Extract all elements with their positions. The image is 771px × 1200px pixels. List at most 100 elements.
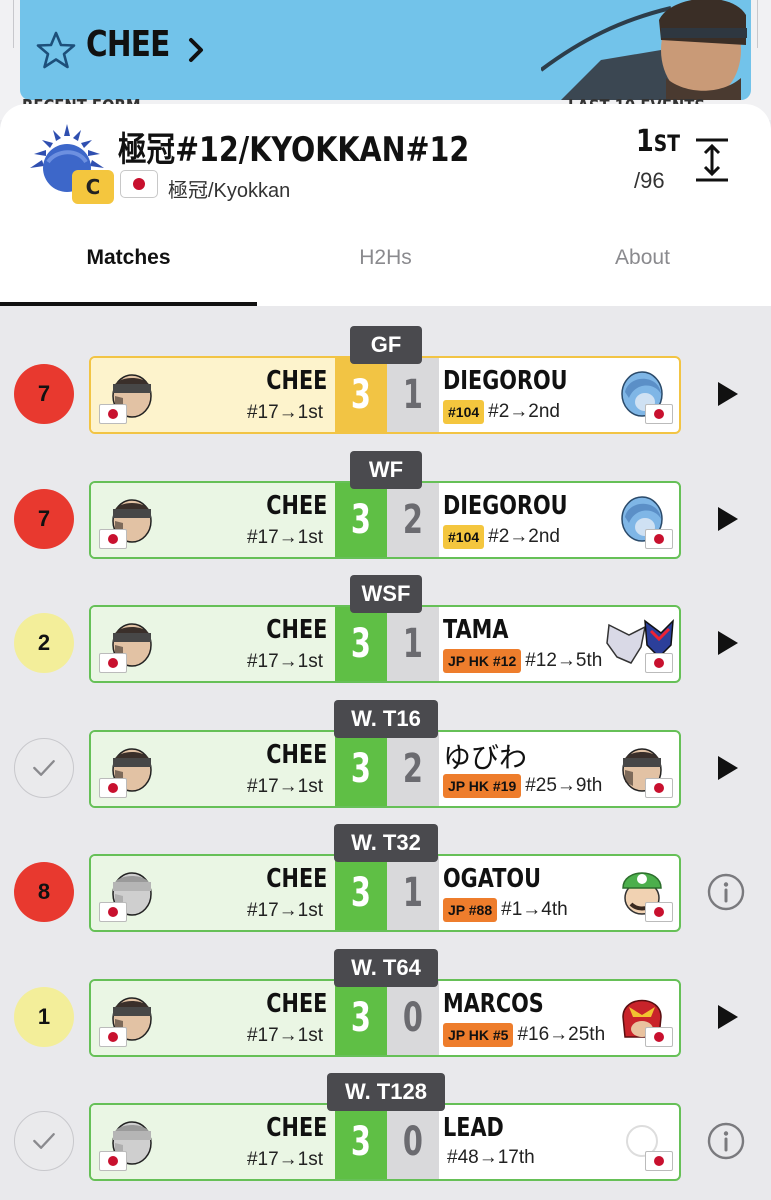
player-two-name: MARCOS <box>443 988 544 1019</box>
seed-text: #48→17th <box>447 1147 535 1168</box>
match-card[interactable]: CHEE #17→1st 3 2 DIEGOROU #104 #2→2nd <box>89 480 681 559</box>
placing: 1ST <box>636 124 680 159</box>
divider <box>757 0 771 48</box>
check-icon <box>14 1111 74 1171</box>
round-label: W. T128 <box>327 1073 445 1111</box>
upset-factor-badge: 8 <box>14 862 74 922</box>
tier-badge: C <box>72 170 114 204</box>
match-row[interactable]: W. T128 CHEE #17→1st 3 0 LEAD #48→17th <box>0 1073 771 1197</box>
player-one-score: 3 <box>335 482 387 557</box>
japan-flag-icon <box>645 528 673 549</box>
player-name[interactable]: CHEE <box>86 24 170 65</box>
match-card[interactable]: CHEE #17→1st 3 2 ゆびわ JP HK #19 #25→9th <box>89 729 681 808</box>
match-row[interactable]: W. T16 CHEE #17→1st 3 2 ゆびわ JP HK #19 #25→9th <box>0 699 771 824</box>
player-one-name: CHEE <box>265 1113 327 1143</box>
player-two-name: ゆびわ <box>443 740 528 774</box>
player-one-score: 3 <box>335 856 387 930</box>
check-icon <box>14 737 74 798</box>
japan-flag-icon <box>99 902 127 922</box>
japan-flag-icon <box>99 1151 127 1171</box>
upset-factor-badge: 2 <box>14 613 74 673</box>
japan-flag-icon <box>645 404 673 424</box>
player-one-name: CHEE <box>265 864 327 894</box>
placing-number: 1 <box>636 124 654 159</box>
seed-text: #2→2nd <box>488 525 560 547</box>
japan-flag-icon <box>120 170 158 198</box>
play-icon[interactable] <box>706 499 746 539</box>
placing-suffix: ST <box>653 132 680 157</box>
player-two-name: DIEGOROU <box>443 490 568 521</box>
player-two-seed: #104 #2→2nd <box>443 524 560 549</box>
player-two-score: 1 <box>387 358 439 432</box>
ranking-tag: JP HK #12 <box>443 649 522 673</box>
player-one-name: CHEE <box>265 490 327 521</box>
player-one-seed: #17→1st <box>246 651 323 672</box>
seed-text: #16→25th <box>517 1023 606 1045</box>
tab-bar: Matches H2Hs About <box>0 240 771 306</box>
tab-h2hs[interactable]: H2Hs <box>257 240 514 306</box>
divider <box>0 0 14 48</box>
player-one-score: 3 <box>335 1105 387 1179</box>
player-two-score: 2 <box>387 482 439 557</box>
play-icon[interactable] <box>706 374 746 414</box>
chevron-right-icon[interactable] <box>186 32 208 68</box>
match-card[interactable]: CHEE #17→1st 3 1 TAMA JP HK #12 #12→5th <box>89 605 681 683</box>
upset-factor-badge: 1 <box>14 986 74 1047</box>
player-two-name: LEAD <box>443 1113 504 1143</box>
player-two-seed: #104 #2→2nd <box>443 400 560 424</box>
player-two-score: 0 <box>387 980 439 1055</box>
match-row[interactable]: WSF 2 CHEE #17→1st 3 1 TAMA JP HK #12 #12→5th <box>0 575 771 699</box>
round-label: W. T32 <box>334 824 438 862</box>
player-one-score: 3 <box>335 980 387 1055</box>
player-two-name: OGATOU <box>443 864 541 894</box>
tab-matches[interactable]: Matches <box>0 240 257 306</box>
play-icon[interactable] <box>706 748 746 788</box>
japan-flag-icon <box>99 528 127 549</box>
match-card[interactable]: CHEE #17→1st 3 1 DIEGOROU #104 #2→2nd <box>89 356 681 434</box>
player-two-seed: JP #88 #1→4th <box>443 898 568 922</box>
seed-text: #12→5th <box>525 650 603 671</box>
ranking-tag: JP HK #5 <box>443 1022 514 1047</box>
match-row[interactable]: W. T32 8 CHEE #17→1st 3 1 OGATOU JP #88 #1→4th <box>0 824 771 948</box>
ranking-tag: JP HK #19 <box>443 773 522 798</box>
player-one-name: CHEE <box>265 366 327 396</box>
round-label: GF <box>350 326 422 364</box>
play-icon[interactable] <box>706 997 746 1037</box>
seed-text: #1→4th <box>501 899 568 920</box>
tab-about[interactable]: About <box>514 240 771 306</box>
player-banner[interactable]: CHEE <box>20 0 751 100</box>
player-two-seed: JP HK #5 #16→25th <box>443 1022 606 1047</box>
match-card[interactable]: CHEE #17→1st 3 0 LEAD #48→17th <box>89 1103 681 1181</box>
play-icon[interactable] <box>706 623 746 663</box>
star-icon[interactable] <box>36 30 76 70</box>
player-one-score: 3 <box>335 358 387 432</box>
tournament-title: 極冠#12/KYOKKAN#12 <box>118 130 470 170</box>
expand-vertical-icon[interactable] <box>692 136 732 184</box>
ranking-tag: #104 <box>443 400 485 424</box>
japan-flag-icon <box>645 902 673 922</box>
japan-flag-icon <box>645 1151 673 1171</box>
player-two-seed: #48→17th <box>447 1147 535 1169</box>
japan-flag-icon <box>645 1026 673 1047</box>
info-icon[interactable] <box>706 872 746 912</box>
entrant-count: /96 <box>634 168 665 193</box>
player-two-seed: JP HK #12 #12→5th <box>443 649 602 673</box>
player-one-seed: #17→1st <box>246 775 323 797</box>
match-card[interactable]: CHEE #17→1st 3 1 OGATOU JP #88 #1→4th <box>89 854 681 932</box>
match-card[interactable]: CHEE #17→1st 3 0 MARCOS JP HK #5 #16→25th <box>89 978 681 1057</box>
round-label: W. T16 <box>334 699 438 738</box>
match-row[interactable]: GF 7 CHEE #17→1st 3 1 DIEGOROU #104 #2→2nd <box>0 326 771 450</box>
player-two-score: 2 <box>387 731 439 806</box>
japan-flag-icon <box>645 777 673 798</box>
player-one-score: 3 <box>335 607 387 681</box>
seed-text: #25→9th <box>525 774 603 796</box>
player-one-name: CHEE <box>265 988 327 1019</box>
match-row[interactable]: W. T64 1 CHEE #17→1st 3 0 MARCOS JP HK #5 #16→25… <box>0 948 771 1073</box>
match-row[interactable]: WF 7 CHEE #17→1st 3 2 DIEGOROU #104 #2→2nd <box>0 450 771 575</box>
player-two-score: 1 <box>387 856 439 930</box>
round-label: W. T64 <box>334 948 438 987</box>
character-art <box>541 0 747 100</box>
player-one-seed: #17→1st <box>246 402 323 423</box>
player-one-seed: #17→1st <box>246 900 323 921</box>
info-icon[interactable] <box>706 1121 746 1161</box>
